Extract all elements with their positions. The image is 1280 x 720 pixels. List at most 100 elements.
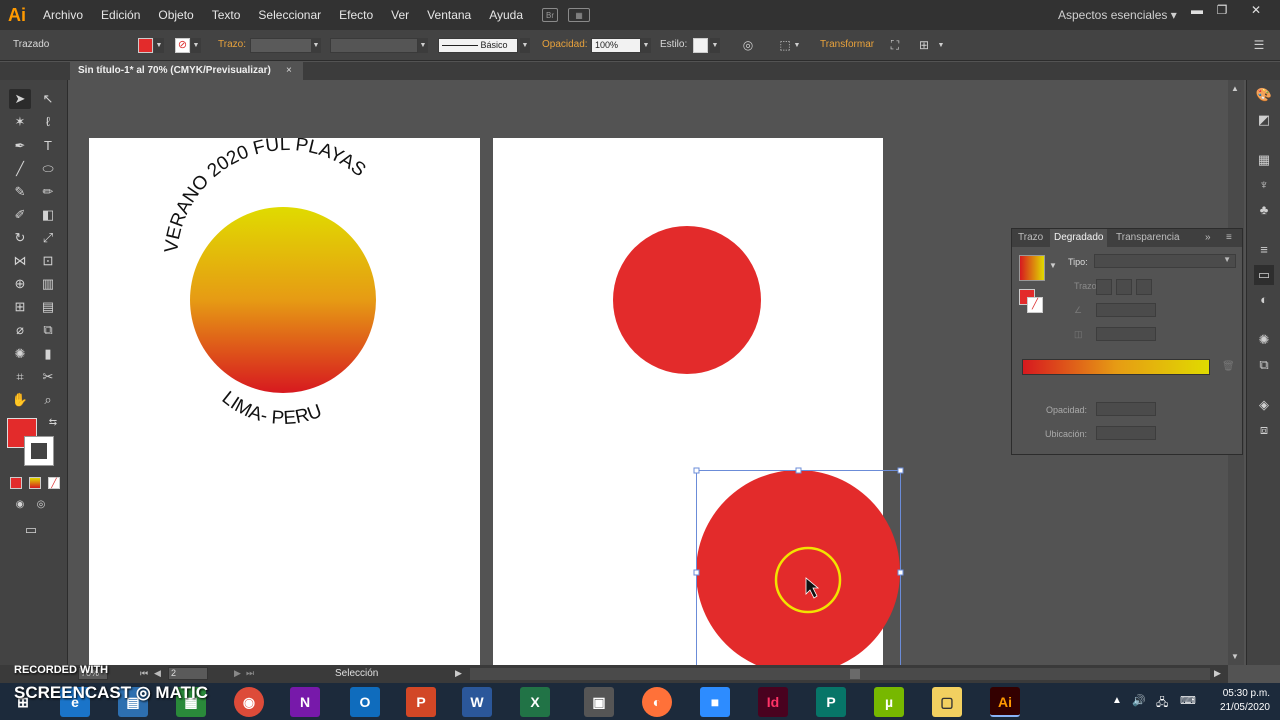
- publisher-icon[interactable]: P: [816, 687, 846, 717]
- stroke-dropdown-icon[interactable]: ▼: [191, 38, 201, 53]
- menu-ayuda[interactable]: Ayuda: [480, 0, 532, 30]
- recolor-artwork-icon[interactable]: ◎: [740, 38, 756, 53]
- tray-chevron-icon[interactable]: ▲: [1112, 695, 1122, 706]
- eyedropper-icon[interactable]: ⌀: [9, 320, 31, 340]
- menu-ventana[interactable]: Ventana: [418, 0, 480, 30]
- mesh-tool-icon[interactable]: ⊞: [9, 297, 31, 317]
- width-tool-icon[interactable]: ⋈: [9, 251, 31, 271]
- media-app-icon[interactable]: ▣: [584, 687, 614, 717]
- taskbar-clock[interactable]: 05:30 p.m. 21/05/2020: [1220, 687, 1270, 715]
- stroke-color-swatch[interactable]: [24, 436, 54, 466]
- opacity-label[interactable]: Opacidad:: [542, 39, 588, 50]
- style-dropdown-icon[interactable]: ▼: [710, 38, 720, 53]
- delete-stop-icon[interactable]: 🗑: [1222, 361, 1235, 372]
- last-artboard-icon[interactable]: ⏭: [246, 668, 254, 679]
- onenote-icon[interactable]: N: [290, 687, 320, 717]
- menu-archivo[interactable]: Archivo: [34, 0, 92, 30]
- lasso-icon[interactable]: ℓ: [37, 112, 59, 132]
- swatches-icon[interactable]: ▦: [1254, 150, 1274, 170]
- menu-objeto[interactable]: Objeto: [149, 0, 202, 30]
- first-artboard-icon[interactable]: ⏮: [140, 668, 148, 679]
- outlook-icon[interactable]: O: [350, 687, 380, 717]
- pen-tool-icon[interactable]: ✒: [9, 136, 31, 156]
- next-artboard-icon[interactable]: ▶: [234, 668, 241, 679]
- scroll-right-icon[interactable]: ▶: [1214, 668, 1221, 679]
- zoom-app-icon[interactable]: ■: [700, 687, 730, 717]
- stop-opacity-field[interactable]: [1096, 402, 1156, 416]
- excel-icon[interactable]: X: [520, 687, 550, 717]
- perspective-grid-icon[interactable]: ▥: [37, 274, 59, 294]
- layers-icon[interactable]: ◈: [1254, 395, 1274, 415]
- scroll-down-icon[interactable]: ▼: [1231, 652, 1239, 661]
- blend-tool-icon[interactable]: ⧉: [37, 320, 59, 340]
- selected-red-circle[interactable]: [696, 470, 900, 665]
- stroke-along-button[interactable]: [1116, 279, 1132, 295]
- symbols-icon[interactable]: ♣: [1254, 200, 1274, 220]
- tab-trazo[interactable]: Trazo: [1018, 229, 1043, 247]
- zoom-tool-icon[interactable]: ⌕: [37, 390, 59, 410]
- opacity-dropdown-icon[interactable]: ▼: [641, 38, 651, 53]
- isolate-icon[interactable]: ⛶: [887, 38, 903, 53]
- stroke-weight-label[interactable]: Trazo:: [218, 39, 246, 50]
- scale-tool-icon[interactable]: ⤢: [37, 228, 59, 248]
- word-icon[interactable]: W: [462, 687, 492, 717]
- pencil-icon[interactable]: ✏: [37, 182, 59, 202]
- tab-degradado[interactable]: Degradado: [1050, 229, 1108, 247]
- menu-edicion[interactable]: Edición: [92, 0, 149, 30]
- none-mode-icon[interactable]: ╱: [48, 477, 60, 489]
- document-tab[interactable]: Sin título-1* al 70% (CMYK/Previsualizar…: [70, 62, 303, 80]
- menu-efecto[interactable]: Efecto: [330, 0, 382, 30]
- free-transform-icon[interactable]: ⊡: [37, 251, 59, 271]
- network-icon[interactable]: 🖧: [1156, 694, 1168, 713]
- transform-link[interactable]: Transformar: [820, 39, 874, 50]
- ellipse-tool-icon[interactable]: ⬭: [37, 159, 59, 179]
- column-graph-icon[interactable]: ▮: [37, 344, 59, 364]
- handle-middle-left[interactable]: [693, 569, 700, 576]
- arrange-icon[interactable]: ⊞: [916, 38, 932, 53]
- opacity-field[interactable]: 100%: [591, 38, 641, 53]
- stroke-panel-icon[interactable]: ≡: [1254, 240, 1274, 260]
- panel-menu-icon[interactable]: ☰: [1251, 38, 1267, 53]
- aspect-ratio-field[interactable]: [1096, 327, 1156, 341]
- illustrator-taskbar-icon[interactable]: Ai: [990, 687, 1020, 717]
- style-swatch[interactable]: [693, 38, 708, 53]
- scroll-up-icon[interactable]: ▲: [1231, 84, 1239, 93]
- swap-colors-icon[interactable]: ⇆: [42, 413, 64, 433]
- gradient-slider[interactable]: [1022, 359, 1210, 375]
- draw-normal-icon[interactable]: ◉: [9, 495, 31, 515]
- stop-location-field[interactable]: [1096, 426, 1156, 440]
- handle-middle-right[interactable]: [897, 569, 904, 576]
- color-guide-icon[interactable]: ◩: [1254, 110, 1274, 130]
- selection-tool-icon[interactable]: ➤: [9, 89, 31, 109]
- hand-tool-icon[interactable]: ✋: [9, 390, 31, 410]
- tipo-select[interactable]: ▼: [1094, 254, 1236, 268]
- gradient-circle[interactable]: [190, 207, 376, 393]
- bridge-button[interactable]: Br: [542, 8, 559, 22]
- paintbrush-icon[interactable]: ✎: [9, 182, 31, 202]
- workspace-switcher[interactable]: Aspectos esenciales ▾: [1058, 0, 1177, 30]
- handle-top-right[interactable]: [897, 467, 904, 474]
- artboard-tool-icon[interactable]: ⌗: [9, 367, 31, 387]
- graphic-styles-icon[interactable]: ⧉: [1254, 355, 1274, 375]
- firefox-icon[interactable]: ◐: [642, 687, 672, 717]
- stroke-weight-field[interactable]: [250, 38, 312, 53]
- horizontal-scroll-thumb[interactable]: [850, 669, 860, 679]
- snipping-tool-icon[interactable]: ▢: [932, 687, 962, 717]
- stroke-within-button[interactable]: [1096, 279, 1112, 295]
- screen-mode-icon[interactable]: ▭: [20, 520, 42, 540]
- horizontal-scrollbar[interactable]: [470, 668, 1210, 680]
- slice-tool-icon[interactable]: ✂: [37, 367, 59, 387]
- gradient-tool-icon[interactable]: ▤: [37, 297, 59, 317]
- menu-seleccionar[interactable]: Seleccionar: [249, 0, 330, 30]
- variable-width-dropdown-icon[interactable]: ▼: [418, 38, 428, 53]
- brushes-icon[interactable]: ♆: [1254, 175, 1274, 195]
- direct-selection-tool-icon[interactable]: ↖: [37, 89, 59, 109]
- chrome-icon[interactable]: ◉: [234, 687, 264, 717]
- draw-behind-icon[interactable]: ◎: [30, 495, 52, 515]
- gradient-preview-swatch[interactable]: [1019, 255, 1045, 281]
- gradient-mode-icon[interactable]: [29, 477, 41, 489]
- panel-options-icon[interactable]: ≡: [1226, 229, 1232, 247]
- tab-close-icon[interactable]: ×: [286, 62, 292, 80]
- volume-icon[interactable]: 🔊: [1132, 694, 1146, 707]
- appearance-icon[interactable]: ✺: [1254, 330, 1274, 350]
